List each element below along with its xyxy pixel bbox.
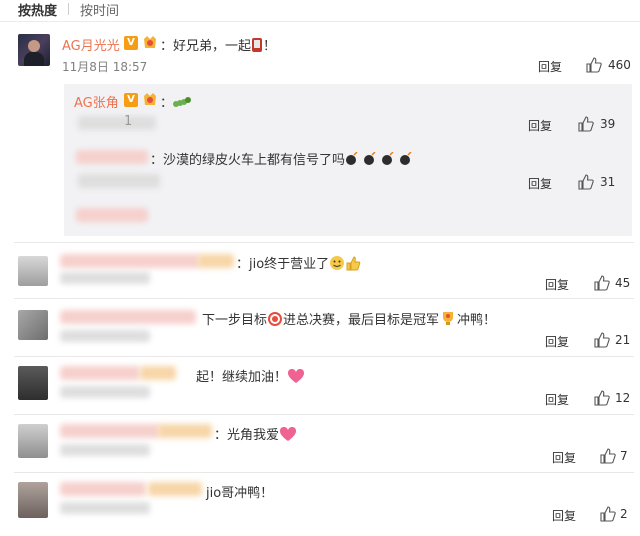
comment-text: 起！继续加油！	[196, 366, 305, 388]
like-count: 460	[608, 58, 631, 72]
reply-button[interactable]: 回复	[545, 276, 569, 293]
thumbs-up-icon[interactable]	[586, 57, 602, 73]
like-count: 12	[615, 391, 631, 405]
comment-text-body-3: 冲鸭！	[457, 313, 497, 328]
reply-partial-text: 1	[124, 114, 133, 129]
thumbs-up-icon[interactable]	[578, 174, 594, 190]
smile-icon	[329, 255, 345, 275]
reply-username[interactable]: AG张角	[74, 92, 119, 111]
medal-icon	[142, 93, 158, 107]
comment-text: jio哥冲鸭！	[206, 486, 274, 501]
like-count: 45	[615, 276, 631, 290]
blurred-username	[76, 150, 148, 164]
like-count: 2	[620, 507, 628, 521]
reply-text: ：沙漠的绿皮火车上都有信号了吗	[150, 149, 417, 170]
like-count: 39	[600, 117, 616, 131]
thumbs-up-icon[interactable]	[594, 390, 610, 406]
blurred-date	[60, 386, 150, 398]
thumbs-up-icon[interactable]	[600, 506, 616, 522]
blurred-date	[60, 502, 150, 514]
reply-text: ：	[160, 92, 192, 112]
reply-button[interactable]: 回复	[552, 507, 576, 524]
reply-text-body: ：沙漠的绿皮火车上都有信号了吗	[150, 153, 346, 168]
verified-badge-icon: V	[124, 93, 138, 107]
divider	[14, 472, 634, 473]
comment-text: ：jio终于营业了	[236, 253, 361, 275]
blurred-username	[60, 482, 146, 496]
comment-text-body: 下一步目标	[202, 313, 268, 328]
reply-button[interactable]: 回复	[552, 449, 576, 466]
avatar[interactable]	[18, 482, 48, 518]
sort-divider	[68, 3, 69, 15]
comment-text-body: ：jio终于营业了	[236, 257, 330, 272]
thumbs-up-emoji-icon	[345, 255, 361, 275]
blurred-content	[78, 116, 156, 130]
divider	[14, 414, 634, 415]
blurred-badge	[158, 424, 212, 438]
reply-button[interactable]: 回复	[545, 333, 569, 350]
avatar[interactable]	[18, 366, 48, 400]
like-count: 31	[600, 175, 616, 189]
blurred-username	[60, 310, 196, 324]
like-count: 21	[615, 333, 631, 347]
like-count: 7	[620, 449, 628, 463]
sort-by-time-tab[interactable]: 按时间	[80, 0, 119, 19]
comment-text: ：光角我爱	[214, 424, 297, 446]
sort-bar: 按热度 按时间	[0, 0, 640, 22]
comment-text-body: 起！继续加油！	[196, 370, 288, 385]
reply-button[interactable]: 回复	[528, 175, 552, 192]
heart-emoji-icon	[279, 426, 297, 446]
blurred-username	[60, 254, 200, 268]
reply-button[interactable]: 回复	[545, 391, 569, 408]
thumbs-up-icon[interactable]	[600, 448, 616, 464]
thumbs-up-icon[interactable]	[578, 116, 594, 132]
blurred-content	[78, 174, 160, 188]
comment-text-body: ：光角我爱	[214, 428, 280, 443]
blurred-username	[60, 424, 160, 438]
avatar[interactable]	[18, 424, 48, 458]
blurred-date	[60, 330, 150, 342]
divider	[14, 298, 634, 299]
reply-button[interactable]: 回复	[538, 58, 562, 75]
blurred-badge	[198, 254, 234, 268]
comment-username[interactable]: AG月光光	[62, 35, 120, 54]
blurred-date	[60, 444, 150, 456]
comment-date: 11月8日 18:57	[62, 60, 148, 74]
avatar[interactable]	[18, 256, 48, 286]
avatar[interactable]	[18, 34, 50, 66]
blurred-date	[60, 272, 150, 284]
thumbs-up-icon[interactable]	[594, 332, 610, 348]
blurred-username	[60, 366, 140, 380]
blurred-badge	[148, 482, 202, 496]
reply-button[interactable]: 回复	[528, 117, 552, 134]
comment-text-body: ：好兄弟，一起	[160, 39, 252, 54]
reply-text-body: ：	[160, 96, 174, 111]
blurred-more-replies-link[interactable]	[76, 208, 148, 222]
comment-text: ：好兄弟，一起 ！	[160, 35, 276, 56]
avatar[interactable]	[18, 310, 48, 340]
comment-text: 下一步目标 进总决赛，最后目标是冠军 冲鸭！	[202, 309, 496, 331]
trophy-emoji-icon	[439, 311, 457, 331]
sort-by-hot-tab[interactable]: 按热度	[18, 0, 57, 19]
verified-badge-icon: V	[124, 36, 138, 50]
divider	[14, 242, 634, 243]
thumbs-up-icon[interactable]	[594, 275, 610, 291]
comment-text-end: ！	[263, 39, 277, 54]
comment-text-body-2: 进总决赛，最后目标是冠军	[283, 313, 440, 328]
caterpillar-emoji-icon	[173, 96, 192, 112]
divider	[14, 356, 634, 357]
bomb-emoji-icon	[345, 150, 417, 170]
medal-icon	[142, 36, 158, 50]
target-emoji-icon	[267, 311, 283, 331]
heart-emoji-icon	[287, 368, 305, 388]
blurred-badge	[140, 366, 176, 380]
phone-emoji-icon	[251, 37, 263, 56]
